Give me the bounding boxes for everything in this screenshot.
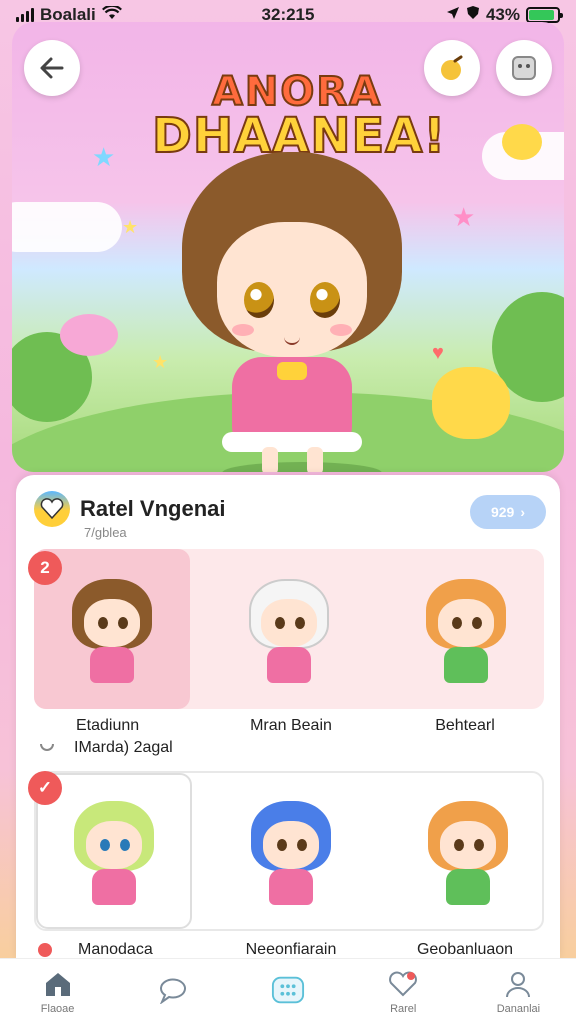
logo-line1: ANORA bbox=[211, 69, 383, 115]
yellow-creature bbox=[432, 367, 510, 439]
back-button[interactable] bbox=[24, 40, 80, 96]
chibi-avatar bbox=[239, 569, 339, 689]
chibi-avatar bbox=[418, 791, 518, 911]
tab-label: Rarel bbox=[390, 1002, 417, 1015]
character-card[interactable] bbox=[213, 773, 369, 929]
card-label: Behtearl bbox=[435, 717, 495, 734]
battery-fill bbox=[529, 10, 555, 20]
panel-subtitle: 7/gblea bbox=[84, 525, 127, 540]
star-icon: ★ bbox=[92, 142, 116, 172]
character-card[interactable] bbox=[388, 549, 544, 709]
pink-blob-creature bbox=[60, 314, 118, 356]
rank-badge: 2 bbox=[28, 551, 62, 585]
character-card[interactable] bbox=[211, 549, 367, 709]
cloud bbox=[12, 202, 122, 252]
chevron-right-icon: › bbox=[520, 504, 526, 520]
character-panel: Ratel Vngenai 7/gblea 929 › 2 Etadiunn M… bbox=[16, 475, 560, 960]
chibi-avatar bbox=[62, 569, 162, 689]
chibi-avatar bbox=[241, 791, 341, 911]
tab-label: Flaoae bbox=[40, 1002, 75, 1015]
signal-icon bbox=[16, 8, 34, 22]
character-card[interactable] bbox=[390, 773, 546, 929]
card-label: Mran Beain bbox=[250, 717, 332, 734]
hero-banner: ★ ★ ★ ★ ♥ ANORA DHAANEA! bbox=[12, 22, 564, 472]
sticker-button[interactable] bbox=[496, 40, 552, 96]
tab-grid[interactable] bbox=[230, 959, 345, 1024]
panel-header: Ratel Vngenai bbox=[34, 491, 225, 527]
check-badge: ✓ bbox=[28, 771, 62, 805]
battery-icon bbox=[526, 7, 563, 23]
home-icon bbox=[41, 969, 75, 999]
small-creature bbox=[502, 124, 542, 160]
card-label: Neeonfiarain bbox=[245, 941, 337, 958]
tab-profile[interactable]: Dananlai bbox=[461, 959, 576, 1024]
star-icon: ★ bbox=[452, 202, 476, 232]
heart-icon: ♥ bbox=[432, 342, 444, 364]
info-icon bbox=[38, 735, 56, 758]
main-character bbox=[162, 152, 422, 472]
heart-badge-icon bbox=[34, 491, 70, 527]
panel-title: Ratel Vngenai bbox=[80, 496, 226, 521]
filter-pill[interactable]: 929 › bbox=[470, 495, 546, 529]
profile-icon bbox=[501, 969, 535, 999]
tab-bar: Flaoae Rarel Dananlai bbox=[0, 958, 576, 1024]
chibi-avatar bbox=[64, 791, 164, 911]
tab-home[interactable]: Flaoae bbox=[0, 959, 115, 1024]
character-row bbox=[34, 771, 544, 931]
card-label: Geobanluaon bbox=[416, 941, 514, 958]
card-sub-caption: IMarda) 2agal bbox=[74, 739, 173, 756]
tab-favorites[interactable]: Rarel bbox=[346, 959, 461, 1024]
dot-badge bbox=[38, 943, 52, 957]
pill-label: 929 bbox=[490, 504, 515, 520]
fruit-icon bbox=[441, 55, 463, 80]
grid-icon bbox=[271, 975, 305, 1005]
heart-icon bbox=[386, 969, 420, 999]
arrow-left-icon bbox=[40, 57, 64, 79]
star-icon: ★ bbox=[122, 217, 139, 237]
sticker-icon bbox=[512, 56, 536, 80]
fruit-button[interactable] bbox=[424, 40, 480, 96]
tab-chat[interactable] bbox=[115, 959, 230, 1024]
app-logo: ANORA DHAANEA! bbox=[151, 69, 446, 161]
chat-icon bbox=[156, 975, 190, 1005]
character-row bbox=[34, 549, 544, 709]
tab-label: Dananlai bbox=[496, 1002, 541, 1015]
chibi-avatar bbox=[416, 569, 516, 689]
